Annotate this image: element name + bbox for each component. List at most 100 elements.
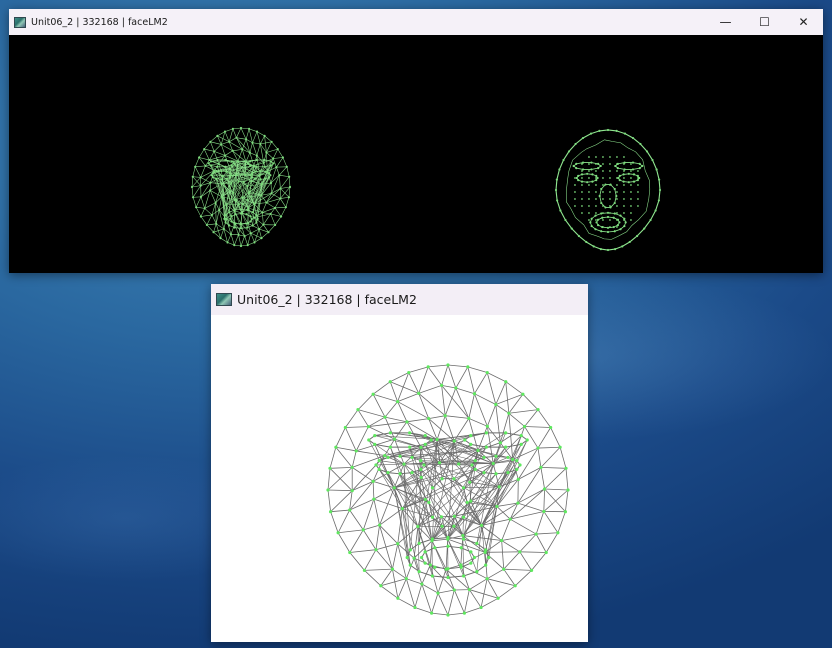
landmark-point <box>229 217 232 220</box>
landmark-point <box>602 191 604 193</box>
landmark-point <box>637 205 639 207</box>
landmark-point <box>423 561 427 565</box>
landmark-point <box>254 177 257 180</box>
landmark-point <box>558 445 562 449</box>
landmark-point <box>479 523 484 527</box>
landmark-point <box>596 224 600 227</box>
landmark-point <box>469 433 473 438</box>
landmark-point <box>536 446 540 450</box>
landmark-point <box>225 203 228 206</box>
landmark-point <box>581 136 585 140</box>
landmark-point <box>609 198 611 200</box>
landmark-point <box>404 577 408 581</box>
landmark-point <box>658 178 661 181</box>
landmark-point <box>446 613 450 617</box>
landmark-point <box>251 141 254 144</box>
landmark-point <box>191 175 194 178</box>
main-window[interactable]: Unit06_2 | 332168 | faceLM2 — ☐ ✕ <box>9 9 823 273</box>
render-canvas[interactable] <box>9 35 823 273</box>
landmark-point <box>249 164 252 167</box>
landmark-point <box>446 535 450 540</box>
close-button[interactable]: ✕ <box>784 9 823 35</box>
title-bar[interactable]: Unit06_2 | 332168 | faceLM2 — ☐ ✕ <box>9 9 823 35</box>
landmark-point <box>420 555 424 560</box>
landmark-point <box>454 386 458 390</box>
landmark-point <box>371 479 375 483</box>
landmark-point <box>555 178 558 181</box>
landmark-point <box>609 177 611 179</box>
landmark-point <box>630 198 632 200</box>
landmark-point <box>609 163 611 165</box>
landmark-point <box>408 445 412 449</box>
landmark-point <box>251 211 254 214</box>
landmark-point <box>618 221 621 224</box>
landmark-point <box>616 170 618 172</box>
landmark-point <box>566 488 570 492</box>
landmark-point <box>469 561 473 565</box>
landmark-point <box>574 191 576 193</box>
landmark-point <box>246 209 249 212</box>
landmark-point <box>405 420 409 424</box>
landmark-point <box>420 582 424 586</box>
landmark-point <box>267 176 271 179</box>
landmark-point <box>247 206 250 210</box>
landmark-point <box>506 470 510 475</box>
landmark-point <box>239 208 243 211</box>
landmark-point <box>408 563 412 567</box>
landmark-point <box>253 202 256 206</box>
landmark-point <box>467 587 471 592</box>
landmark-point <box>639 142 642 146</box>
landmark-point <box>595 184 597 186</box>
landmark-point <box>602 156 604 158</box>
landmark-point <box>223 217 226 220</box>
landmark-point <box>215 177 218 180</box>
landmark-point <box>484 431 488 435</box>
mesh-window[interactable]: Unit06_2 | 332168 | faceLM2 <box>211 284 588 642</box>
landmark-point <box>542 487 547 491</box>
landmark-point <box>267 172 271 175</box>
landmark-point <box>462 574 466 578</box>
landmark-point <box>609 205 611 207</box>
landmark-point <box>326 488 330 492</box>
landmark-point <box>602 177 604 179</box>
landmark-point <box>601 216 604 219</box>
landmark-point <box>609 219 611 221</box>
landmark-point <box>590 161 593 164</box>
landmark-point <box>237 233 240 236</box>
landmark-point <box>504 380 508 384</box>
landmark-point <box>622 180 625 183</box>
landmark-point <box>521 392 525 396</box>
landmark-point <box>588 156 590 158</box>
landmark-point <box>410 455 414 460</box>
landmark-point <box>636 234 639 238</box>
landmark-point <box>220 195 223 198</box>
landmark-point <box>616 224 620 227</box>
landmark-point <box>600 230 603 233</box>
landmark-point <box>243 234 246 238</box>
landmark-point <box>595 174 598 177</box>
landmark-point <box>595 156 597 158</box>
title-bar-2[interactable]: Unit06_2 | 332168 | faceLM2 <box>211 284 588 315</box>
landmark-point <box>446 567 450 571</box>
landmark-point <box>654 209 657 212</box>
landmark-point <box>233 226 236 229</box>
landmark-point <box>567 150 571 153</box>
landmark-point <box>564 466 568 470</box>
minimize-button[interactable]: — <box>706 9 745 35</box>
landmark-point <box>427 416 431 421</box>
landmark-point <box>616 226 618 228</box>
landmark-point <box>580 173 584 176</box>
landmark-point <box>452 439 456 443</box>
landmark-point <box>600 187 603 191</box>
landmark-point <box>595 177 597 179</box>
landmark-point <box>577 179 580 182</box>
landmark-point <box>246 162 249 165</box>
landmark-point <box>261 211 264 214</box>
mesh-canvas[interactable] <box>211 315 588 642</box>
landmark-point <box>467 416 471 420</box>
landmark-point <box>542 509 546 514</box>
landmark-point <box>366 424 371 429</box>
landmark-point <box>575 162 578 165</box>
maximize-button[interactable]: ☐ <box>745 9 784 35</box>
landmark-point <box>618 174 621 177</box>
